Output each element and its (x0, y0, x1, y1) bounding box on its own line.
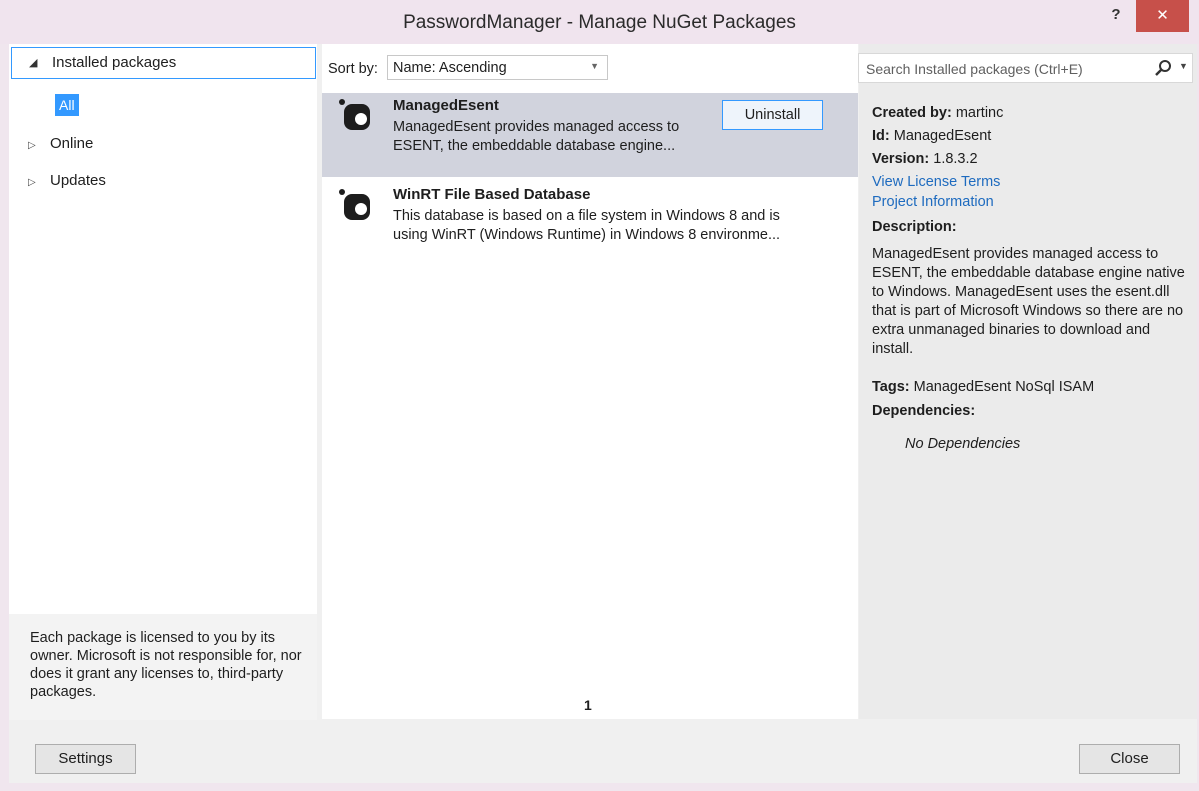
dependencies-heading: Dependencies: (872, 401, 975, 421)
package-name: WinRT File Based Database (393, 186, 591, 203)
description-label: Description: (872, 219, 957, 235)
package-description-line: ESENT, the embeddable database engine... (393, 138, 676, 154)
dependencies-label: Dependencies: (872, 403, 976, 419)
package-description-line: using WinRT (Windows Runtime) in Windows… (393, 227, 781, 243)
sort-dropdown[interactable]: Name: Ascending ▼ (387, 55, 608, 80)
version-row: Version: 1.8.3.2 (872, 149, 978, 169)
nav-item-online[interactable]: ▷ Online (28, 135, 93, 152)
created-by-value: martinc (955, 105, 1004, 121)
nav-item-updates[interactable]: ▷ Updates (28, 172, 106, 189)
search-icon[interactable] (1153, 58, 1175, 78)
uninstall-button[interactable]: Uninstall (722, 100, 823, 130)
id-label: Id: (872, 128, 890, 144)
version-value: 1.8.3.2 (933, 151, 978, 167)
close-button[interactable]: Close (1079, 744, 1180, 774)
id-row: Id: ManagedEsent (872, 126, 991, 146)
search-options-chevron-icon[interactable]: ▼ (1179, 61, 1188, 71)
nuget-package-icon (339, 99, 370, 130)
license-notice: Each package is licensed to you by its o… (30, 630, 302, 700)
description-heading: Description: (872, 217, 957, 237)
settings-button[interactable]: Settings (35, 744, 136, 774)
page-number-link[interactable]: 1 (584, 697, 592, 713)
package-name: ManagedEsent (393, 97, 499, 114)
search-placeholder: Search Installed packages (Ctrl+E) (866, 61, 1083, 77)
package-description-line: This database is based on a file system … (393, 208, 780, 224)
tags-value: ManagedEsent NoSql ISAM (913, 379, 1095, 395)
nav-item-all[interactable]: All (55, 94, 79, 116)
id-value: ManagedEsent (893, 128, 992, 144)
title-bar: PasswordManager - Manage NuGet Packages … (0, 0, 1199, 44)
tags-row: Tags: ManagedEsent NoSql ISAM (872, 377, 1094, 397)
created-by-label: Created by: (872, 105, 952, 121)
collapsed-triangle-icon: ▷ (28, 140, 36, 151)
view-license-terms-link[interactable]: View License Terms (872, 172, 1000, 192)
sort-value: Name: Ascending (393, 60, 507, 76)
created-by-row: Created by: martinc (872, 103, 1003, 123)
window-title: PasswordManager - Manage NuGet Packages (403, 12, 796, 33)
help-button[interactable]: ? (1104, 4, 1128, 28)
window-close-button[interactable]: ✕ (1136, 0, 1189, 32)
nav-updates-label: Updates (50, 172, 106, 189)
sort-label: Sort by: (328, 61, 378, 77)
description-text: ManagedEsent provides managed access to … (872, 246, 1185, 357)
nuget-dialog: PasswordManager - Manage NuGet Packages … (0, 0, 1199, 791)
version-label: Version: (872, 151, 930, 167)
tags-label: Tags: (872, 379, 910, 395)
project-information-link[interactable]: Project Information (872, 192, 994, 212)
nav-online-label: Online (50, 135, 94, 152)
dependencies-value: No Dependencies (905, 436, 1021, 452)
nav-installed-label: Installed packages (52, 54, 177, 71)
search-input[interactable]: Search Installed packages (Ctrl+E) ▼ (858, 53, 1193, 83)
nav-installed-packages[interactable]: ◢ Installed packages (11, 47, 316, 79)
chevron-down-icon: ▼ (590, 61, 599, 71)
collapsed-triangle-icon: ▷ (28, 177, 36, 188)
expanded-triangle-icon: ◢ (29, 57, 38, 69)
nuget-package-icon (339, 189, 370, 220)
